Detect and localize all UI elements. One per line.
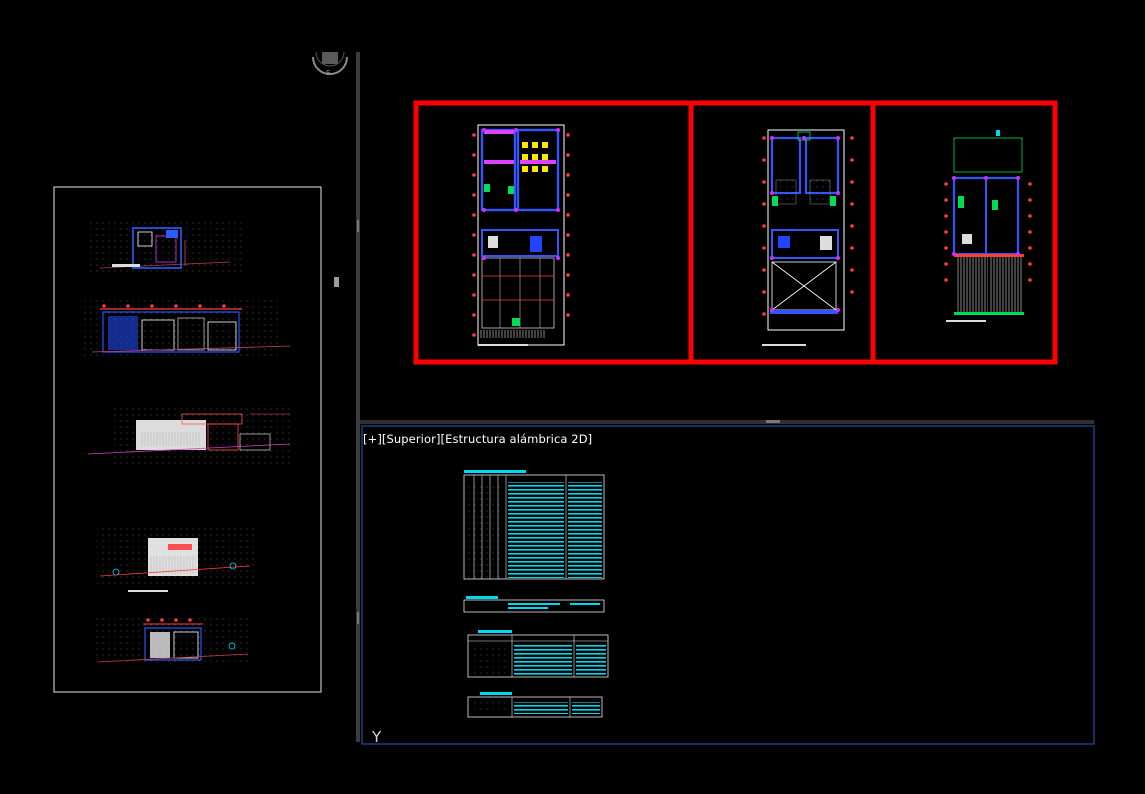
sheet-drawing-elevation: [87, 405, 294, 465]
splitter-grip: [766, 420, 780, 423]
ucs-y-axis-icon: Y: [372, 728, 382, 746]
sheet-drawing-section: [84, 297, 291, 359]
schedule-table-3: [467, 630, 609, 678]
splitter-grip: [357, 220, 359, 232]
drawing-canvas[interactable]: [0, 0, 1145, 794]
viewport-controls-label[interactable]: [+][Superior][Estructura alámbrica 2D]: [363, 432, 592, 446]
vertical-splitter[interactable]: [356, 52, 360, 742]
highlight-frame: [413, 100, 1058, 365]
schedule-table-2: [463, 596, 605, 613]
splitter-handle-left[interactable]: [334, 277, 339, 287]
viewcube-direction-label: S: [326, 69, 331, 77]
schedule-table-1: [463, 470, 605, 580]
active-viewport[interactable]: [361, 425, 1095, 745]
horizontal-splitter[interactable]: [360, 420, 1094, 424]
sheet-drawing-plan: [88, 220, 243, 272]
schedule-table-4: [467, 692, 603, 718]
splitter-grip: [357, 612, 359, 624]
floor-plan-3: [944, 130, 1032, 322]
sheet-drawing-section-2: [94, 616, 252, 666]
sheet-drawing-elevation-2: [97, 528, 257, 592]
floor-plan-1: [472, 124, 570, 346]
floor-plan-2: [762, 129, 854, 346]
